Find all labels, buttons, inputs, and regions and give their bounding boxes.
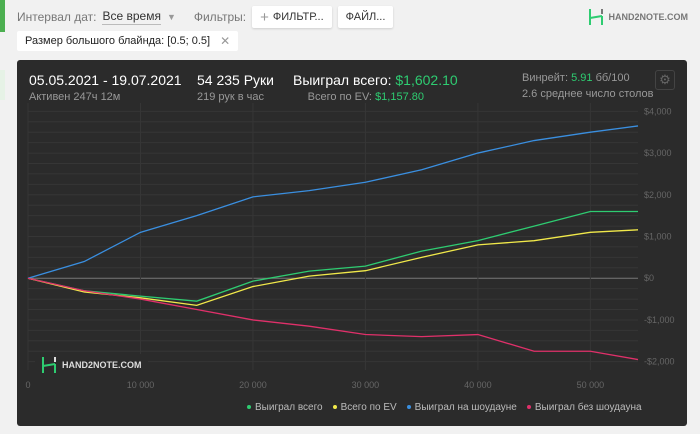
x-tick-label: 50 000 [577, 380, 605, 390]
file-label: ФАЙЛ... [345, 11, 386, 23]
series-line [27, 210, 638, 302]
legend-dot-icon [247, 405, 251, 410]
active-filter-label: Размер большого блайнда: [0.5; 0.5] [25, 35, 211, 47]
legend-item[interactable]: Выиграл всего [247, 402, 323, 413]
legend-item[interactable]: Выиграл без шоудауна [526, 402, 642, 413]
y-tick-label: -$1,000 [644, 315, 675, 325]
legend-item[interactable]: Всего по EV [332, 402, 397, 413]
legend-dot-icon [526, 405, 531, 410]
active-filter-chip[interactable]: Размер большого блайнда: [0.5; 0.5] ✕ [17, 31, 239, 51]
date-interval-select[interactable]: Все время [102, 9, 161, 25]
y-tick-label: $0 [644, 273, 654, 283]
legend-label: Выиграл без шоудауна [534, 402, 642, 413]
y-tick-label: $1,000 [644, 232, 672, 242]
series-line [27, 277, 639, 361]
chevron-down-icon[interactable]: ▼ [167, 12, 176, 22]
legend-label: Выиграл всего [255, 402, 323, 413]
stats-panel: 05.05.2021 - 19.07.2021 Активен 247ч 12м… [17, 60, 687, 426]
file-button[interactable]: ФАЙЛ... [337, 6, 394, 28]
logo-icon [42, 357, 56, 373]
y-tick-label: $4,000 [644, 106, 672, 116]
date-interval-label: Интервал дат: [17, 10, 97, 24]
legend-dot-icon [406, 405, 411, 410]
y-tick-label: $3,000 [644, 148, 672, 158]
add-filter-button[interactable]: + ФИЛЬТР... [252, 6, 332, 28]
y-tick-label: $2,000 [644, 190, 672, 200]
x-tick-label: 0 [25, 380, 30, 390]
chart-watermark: HAND2NOTE.COM [35, 354, 148, 376]
legend-label: Выиграл на шоудауне [414, 402, 517, 413]
y-tick-label: -$2,000 [644, 357, 675, 367]
logo-icon [589, 9, 604, 25]
watermark-text: HAND2NOTE.COM [62, 360, 142, 370]
x-tick-label: 10 000 [127, 380, 155, 390]
legend-dot-icon [332, 405, 337, 410]
x-tick-label: 40 000 [464, 380, 492, 390]
plus-icon: + [260, 8, 269, 26]
chart-legend: Выиграл всего Всего по EV Выиграл на шоуда… [247, 402, 642, 413]
side-accent [0, 70, 5, 100]
toolbar: Интервал дат: Все время ▼ Фильтры: + ФИЛЬ… [17, 6, 394, 28]
legend-label: Всего по EV [340, 402, 397, 413]
x-tick-label: 20 000 [239, 380, 267, 390]
logo: HAND2NOTE.COM [588, 8, 688, 26]
series-line [27, 125, 639, 279]
filters-label: Фильтры: [193, 10, 247, 24]
chart: 0 10 000 20 000 30 000 40 000 50 000 $4,000 $3,… [25, 103, 675, 390]
x-tick-label: 30 000 [352, 380, 380, 390]
add-filter-label: ФИЛЬТР... [272, 11, 324, 23]
side-accent [0, 0, 5, 32]
logo-text: HAND2NOTE.COM [608, 12, 688, 22]
legend-item[interactable]: Выиграл на шоудауне [406, 402, 517, 413]
close-icon[interactable]: ✕ [220, 34, 230, 48]
